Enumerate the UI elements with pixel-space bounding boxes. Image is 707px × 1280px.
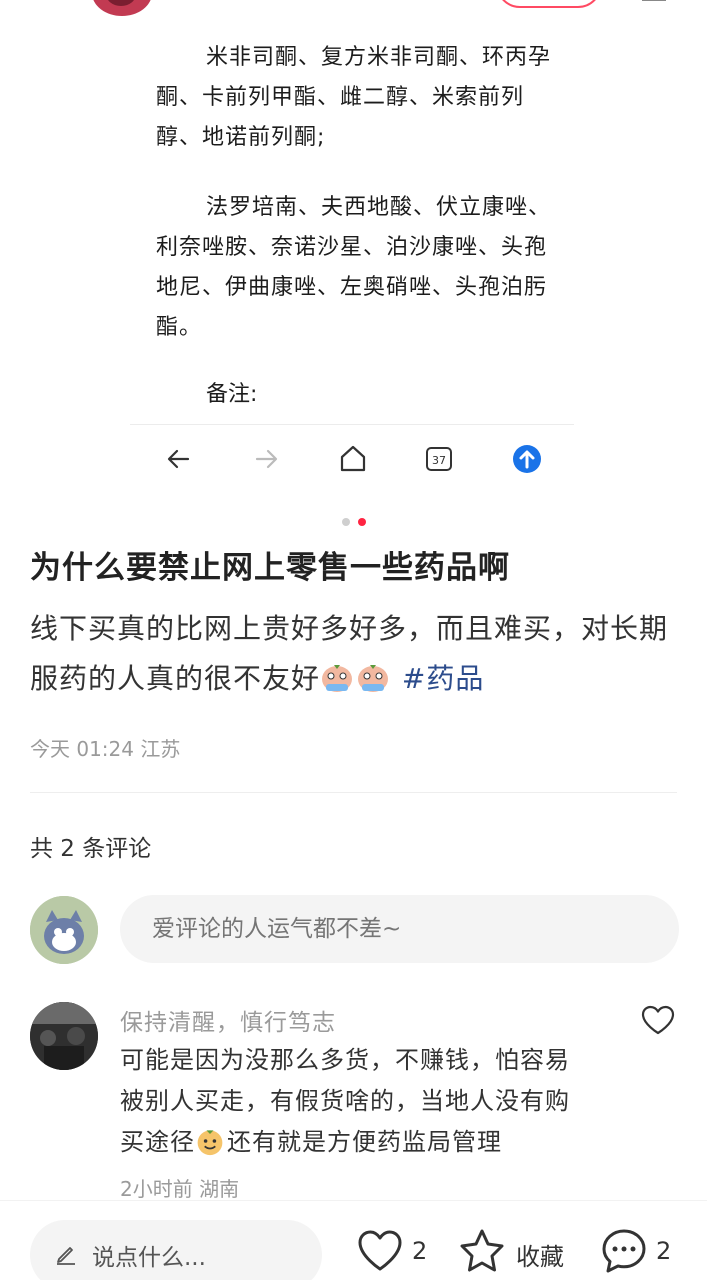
comment-count: 共 2 条评论 [30, 836, 152, 862]
home-icon [340, 445, 366, 472]
embed-drug-list-2: 法罗培南、夫西地酸、伏立康唑、利奈唑胺、奈诺沙星、泊沙康唑、头孢地尼、伊曲康唑、… [156, 195, 552, 340]
post-title: 为什么要禁止网上零售一些药品啊 [30, 550, 510, 586]
crowd-photo-avatar-icon [30, 1002, 98, 1070]
comment-like-icon[interactable] [640, 1004, 676, 1036]
embed-divider [130, 424, 574, 425]
hashtag-link[interactable]: #药品 [402, 662, 484, 695]
tabs-icon: 37 [426, 447, 452, 471]
commenter-name[interactable]: 保持清醒，慎行笃志 [120, 1003, 336, 1037]
say-something-placeholder: 说点什么... [92, 1245, 206, 1271]
embed-note: 备注: [206, 382, 258, 407]
comment-count-bar: 2 [656, 1237, 672, 1265]
pen-icon [57, 1247, 75, 1265]
back-arrow-icon [167, 449, 190, 469]
collect-button[interactable]: 收藏 [458, 1227, 574, 1279]
comment-button[interactable]: 2 [600, 1227, 680, 1279]
like-count: 2 [412, 1237, 428, 1265]
svg-text:37: 37 [432, 454, 446, 467]
pager-dot [341, 518, 350, 526]
cartoon-cat-avatar-icon [30, 896, 98, 964]
forward-arrow-icon [255, 449, 278, 469]
bottom-action-bar: 说点什么... 2 收藏 2 [0, 1200, 707, 1280]
post-timestamp: 今天 01:24 江苏 [30, 737, 181, 761]
pager-dot-active [357, 518, 366, 526]
comment-text: 可能是因为没那么多货，不赚钱，怕容易被别人买走，有假货啥的，当地人没有购买途径还… [120, 1046, 570, 1156]
my-avatar [30, 896, 98, 964]
post-body: 线下买真的比网上贵好多好多，而且难买，对长期服药的人真的很不友好 #药品 [30, 612, 669, 695]
heart-icon [358, 1230, 402, 1271]
embed-drug-list-1: 米非司酮、复方米非司酮、环丙孕酮、卡前列甲酯、雌二醇、米索前列醇、地诺前列酮; [156, 45, 552, 150]
comment-timestamp: 2小时前 湖南 [120, 1177, 240, 1201]
crying-emoji-icon [322, 665, 353, 692]
comment-input[interactable] [120, 895, 679, 963]
smiling-emoji-icon [197, 1130, 223, 1156]
image-pager [0, 511, 707, 526]
say-something-input[interactable]: 说点什么... [30, 1220, 322, 1280]
commenter-avatar[interactable] [30, 1002, 98, 1070]
upload-icon [513, 445, 541, 473]
star-icon [460, 1229, 504, 1272]
embed-browser-nav: 37 [130, 432, 574, 484]
follow-button[interactable] [496, 0, 602, 8]
crying-emoji-icon [358, 665, 389, 692]
author-avatar[interactable] [92, 0, 152, 16]
divider [30, 792, 677, 793]
like-button[interactable]: 2 [356, 1227, 436, 1279]
post-image[interactable]: 米非司酮、复方米非司酮、环丙孕酮、卡前列甲酯、雌二醇、米索前列醇、地诺前列酮; … [130, 22, 574, 492]
comment-bubble-icon [602, 1229, 646, 1273]
collect-label: 收藏 [516, 1243, 564, 1271]
more-icon[interactable] [642, 0, 666, 1]
